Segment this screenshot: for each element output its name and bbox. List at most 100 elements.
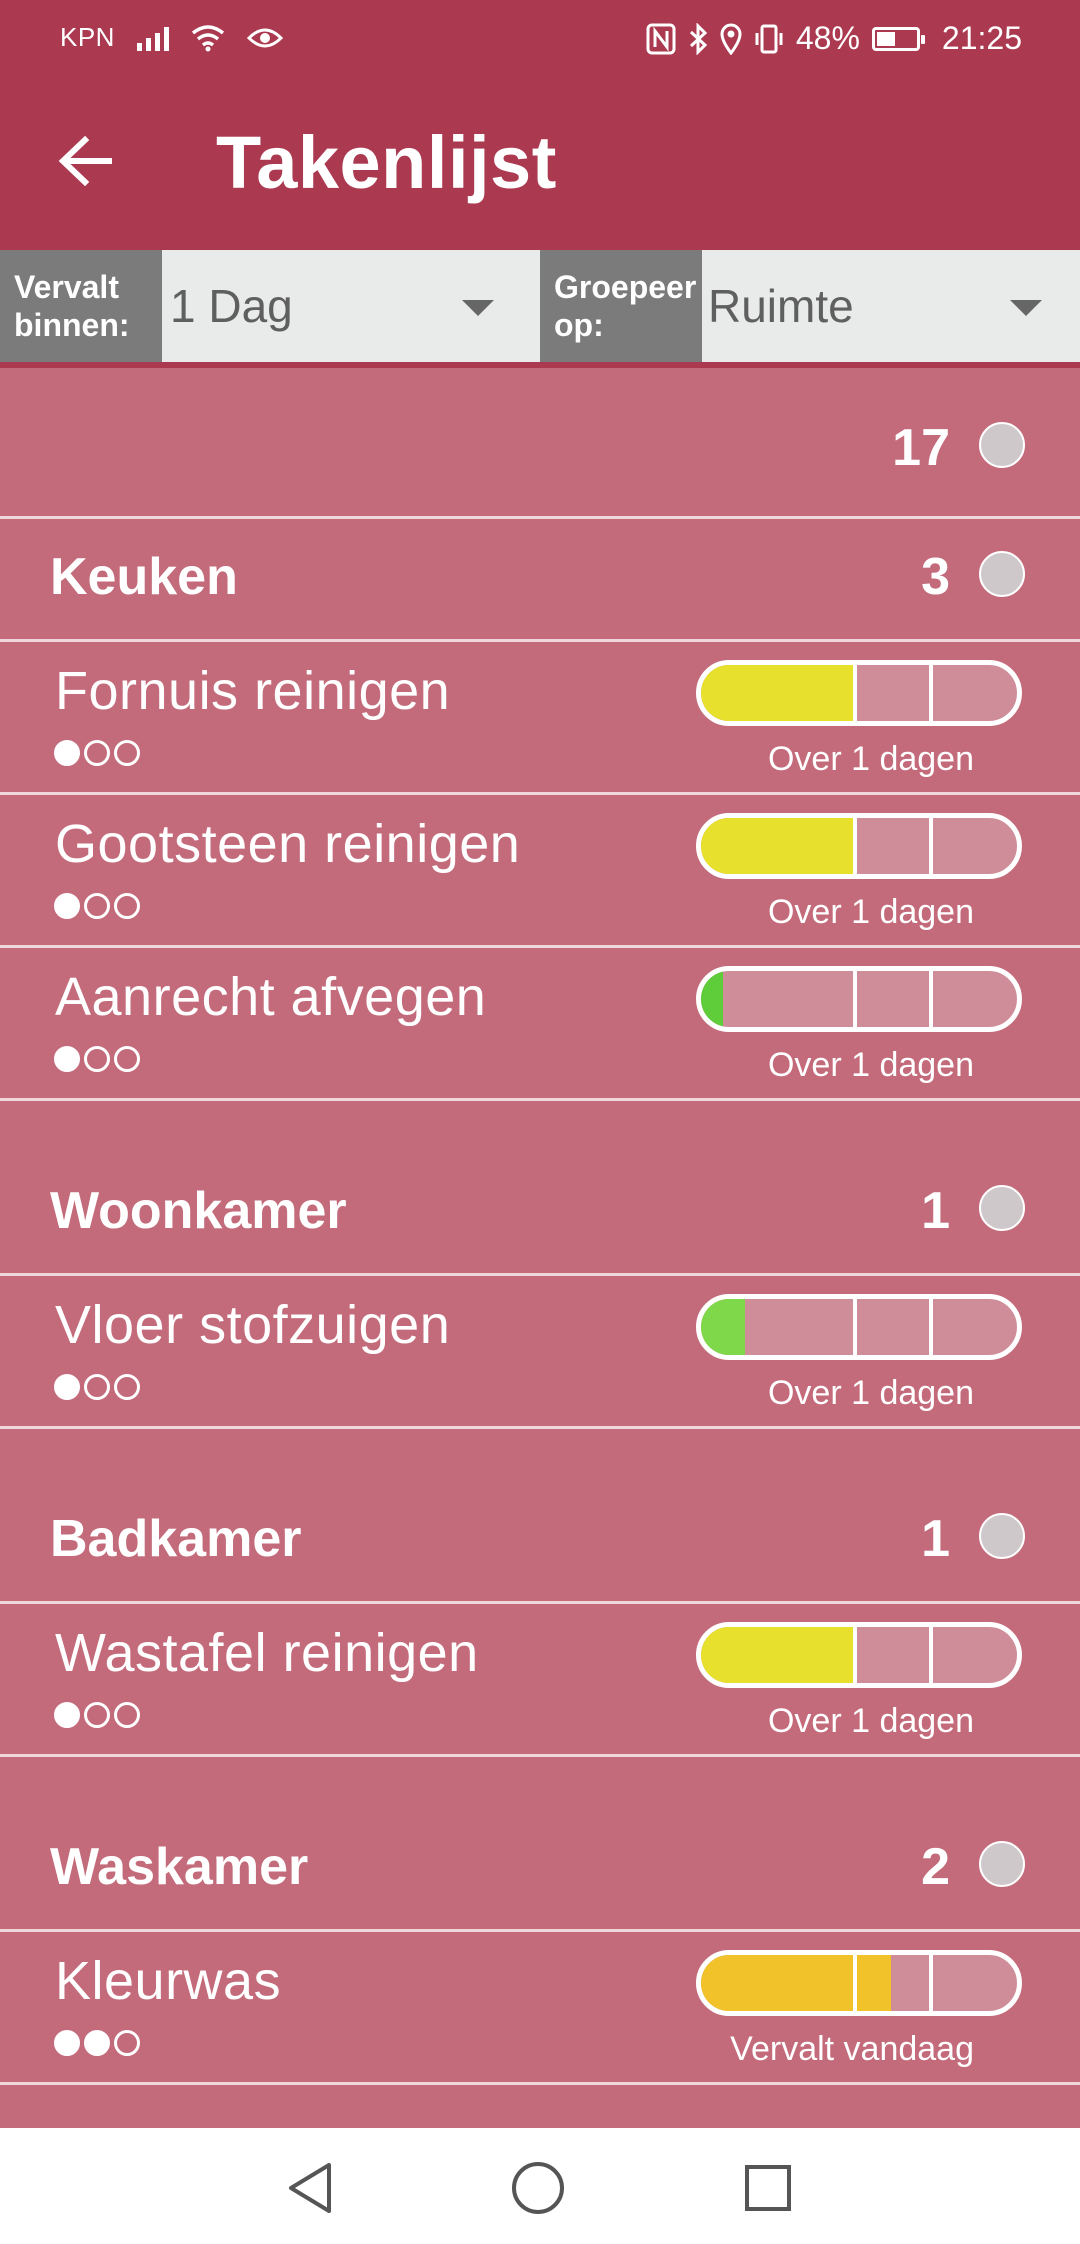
task-name: Gootsteen reinigen bbox=[55, 814, 521, 874]
clock: 21:25 bbox=[941, 20, 1022, 56]
task-name: Aanrecht afvegen bbox=[55, 967, 487, 1027]
due-label: Over 1 dagen bbox=[767, 893, 974, 931]
nav-home-button[interactable] bbox=[510, 2160, 566, 2216]
due-filter-label: Vervalt binnen: bbox=[0, 250, 162, 362]
priority-indicator bbox=[54, 2030, 140, 2056]
task-row[interactable]: Gootsteen reinigen Over 1 dagen bbox=[0, 795, 1080, 945]
triangle-back-icon bbox=[289, 2163, 331, 2213]
group-count: 3 bbox=[921, 548, 950, 606]
filled-circle-icon bbox=[54, 740, 80, 766]
empty-circle-icon bbox=[84, 1374, 110, 1400]
due-label: Over 1 dagen bbox=[767, 1702, 974, 1740]
total-count: 17 bbox=[892, 419, 950, 477]
task-name: Kleurwas bbox=[55, 1951, 282, 2011]
filled-circle-icon bbox=[54, 1374, 80, 1400]
progress-fill bbox=[701, 1299, 746, 1355]
priority-indicator bbox=[54, 1374, 140, 1400]
progress-tick bbox=[852, 1627, 857, 1683]
empty-circle-icon bbox=[114, 893, 140, 919]
group-filter-select[interactable]: Ruimte bbox=[702, 250, 1080, 362]
total-row: 17 bbox=[0, 368, 1080, 516]
task-row[interactable]: Fornuis reinigen Over 1 dagen bbox=[0, 642, 1080, 792]
task-name: Vloer stofzuigen bbox=[55, 1295, 451, 1355]
arrow-left-icon bbox=[58, 136, 112, 186]
due-filter-select[interactable]: 1 Dag bbox=[162, 250, 540, 362]
chevron-down-icon bbox=[462, 300, 494, 316]
nav-back-button[interactable] bbox=[282, 2160, 338, 2216]
nav-recents-button[interactable] bbox=[740, 2160, 796, 2216]
progress-fill bbox=[701, 665, 853, 721]
chevron-down-icon bbox=[1010, 300, 1042, 316]
nfc-icon bbox=[646, 23, 676, 54]
progress-tick bbox=[852, 818, 857, 874]
status-dot[interactable] bbox=[979, 551, 1025, 597]
group-title: Woonkamer bbox=[50, 1182, 347, 1240]
task-name: Fornuis reinigen bbox=[55, 661, 451, 721]
vibrate-icon bbox=[755, 24, 783, 53]
task-name: Wastafel reinigen bbox=[55, 1623, 479, 1683]
wifi-icon bbox=[191, 24, 225, 51]
empty-circle-icon bbox=[84, 740, 110, 766]
task-row[interactable]: Aanrecht afvegen Over 1 dagen bbox=[0, 948, 1080, 1098]
square-recents-icon bbox=[745, 2165, 791, 2211]
group-count: 1 bbox=[921, 1510, 950, 1568]
priority-indicator bbox=[54, 740, 140, 766]
task-row[interactable]: Vloer stofzuigen Over 1 dagen bbox=[0, 1276, 1080, 1426]
back-button[interactable] bbox=[48, 124, 122, 198]
circle-home-icon bbox=[512, 2162, 564, 2214]
progress-bar bbox=[696, 1622, 1022, 1688]
group-title: Keuken bbox=[50, 548, 238, 606]
signal-icon bbox=[136, 25, 169, 51]
due-filter-value: 1 Dag bbox=[170, 280, 293, 332]
group-count: 2 bbox=[921, 1838, 950, 1896]
progress-fill bbox=[701, 818, 853, 874]
filled-circle-icon bbox=[54, 2030, 80, 2056]
progress-fill bbox=[701, 1955, 891, 2011]
empty-circle-icon bbox=[84, 1046, 110, 1072]
empty-circle-icon bbox=[84, 893, 110, 919]
task-row[interactable]: Kleurwas Vervalt vandaag bbox=[0, 1932, 1080, 2082]
location-icon bbox=[720, 23, 742, 55]
progress-bar bbox=[696, 813, 1022, 879]
group-title: Waskamer bbox=[50, 1838, 309, 1896]
group-filter-label: Groepeer op: bbox=[540, 250, 702, 362]
app-header: KPN 48% 21:25 Takenlijst bbox=[0, 0, 1080, 250]
filled-circle-icon bbox=[54, 1702, 80, 1728]
page-title: Takenlijst bbox=[216, 121, 557, 204]
group-header: Waskamer 2 bbox=[0, 1757, 1080, 1929]
progress-tick bbox=[928, 971, 933, 1027]
status-dot[interactable] bbox=[979, 422, 1025, 468]
progress-tick bbox=[928, 818, 933, 874]
due-label: Vervalt vandaag bbox=[730, 2030, 974, 2068]
priority-indicator bbox=[54, 1046, 140, 1072]
due-label: Over 1 dagen bbox=[767, 1046, 974, 1084]
task-row[interactable]: Wastafel reinigen Over 1 dagen bbox=[0, 1604, 1080, 1754]
carrier-label: KPN bbox=[60, 22, 115, 52]
priority-indicator bbox=[54, 893, 140, 919]
progress-tick bbox=[928, 1955, 933, 2011]
filled-circle-icon bbox=[84, 2030, 110, 2056]
progress-bar bbox=[696, 660, 1022, 726]
filled-circle-icon bbox=[54, 1046, 80, 1072]
progress-tick bbox=[928, 1627, 933, 1683]
progress-bar bbox=[696, 1950, 1022, 2016]
filled-circle-icon bbox=[54, 893, 80, 919]
progress-bar bbox=[696, 1294, 1022, 1360]
bluetooth-icon bbox=[689, 22, 708, 55]
due-label: Over 1 dagen bbox=[767, 1374, 974, 1412]
priority-indicator bbox=[54, 1702, 140, 1728]
empty-circle-icon bbox=[114, 1374, 140, 1400]
battery-icon bbox=[871, 26, 925, 51]
progress-tick bbox=[928, 1299, 933, 1355]
status-dot[interactable] bbox=[979, 1185, 1025, 1231]
status-dot[interactable] bbox=[979, 1513, 1025, 1559]
progress-fill bbox=[701, 1627, 853, 1683]
group-header: Badkamer 1 bbox=[0, 1429, 1080, 1601]
progress-tick bbox=[852, 665, 857, 721]
group-header: Woonkamer 1 bbox=[0, 1101, 1080, 1273]
progress-fill bbox=[701, 971, 724, 1027]
group-filter-value: Ruimte bbox=[708, 280, 854, 332]
app-bar: Takenlijst bbox=[0, 80, 1080, 250]
battery-percentage: 48% bbox=[795, 20, 860, 56]
status-dot[interactable] bbox=[979, 1841, 1025, 1887]
